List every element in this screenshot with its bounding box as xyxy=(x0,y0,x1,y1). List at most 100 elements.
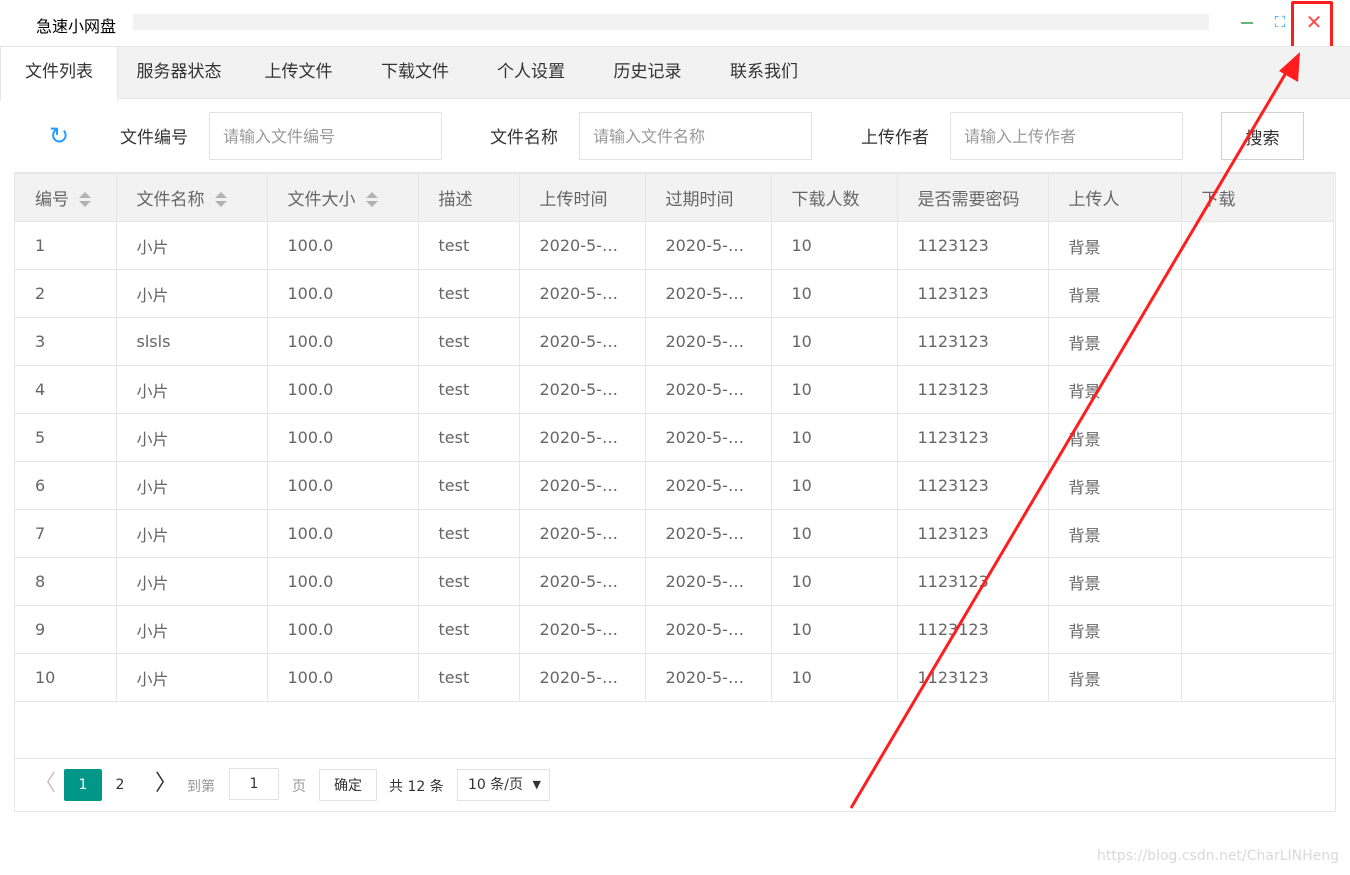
cell-upload-time: 2020-5-… xyxy=(518,317,646,366)
cell-download[interactable] xyxy=(1180,509,1334,558)
cell-uploader: 背景 xyxy=(1047,269,1182,318)
column-header-id[interactable]: 编号 xyxy=(15,173,117,222)
cell-size: 100.0 xyxy=(266,269,419,318)
cell-upload-time: 2020-5-… xyxy=(518,461,646,510)
tab-history[interactable]: 历史记录 xyxy=(589,47,706,99)
cell-id: 1 xyxy=(15,221,117,270)
file-id-input[interactable] xyxy=(209,112,442,160)
minimize-icon[interactable] xyxy=(1240,12,1256,32)
cell-upload-time: 2020-5-… xyxy=(518,221,646,270)
file-id-label: 文件编号 xyxy=(120,128,188,148)
file-name-input[interactable] xyxy=(579,112,812,160)
tab-contact[interactable]: 联系我们 xyxy=(706,47,822,99)
column-header-name[interactable]: 文件名称 xyxy=(115,173,268,222)
cell-download[interactable] xyxy=(1180,221,1334,270)
cell-downloads: 10 xyxy=(770,557,898,606)
tab-upload[interactable]: 上传文件 xyxy=(240,47,357,99)
app-title: 急速小网盘 xyxy=(36,17,117,36)
tab-download[interactable]: 下载文件 xyxy=(357,47,473,99)
page-size-select[interactable]: 10 条/页 ▼ xyxy=(457,769,550,801)
cell-download[interactable] xyxy=(1180,461,1334,510)
cell-uploader: 背景 xyxy=(1047,365,1182,414)
page-button-1[interactable]: 1 xyxy=(64,769,102,801)
cell-downloads: 10 xyxy=(770,605,898,654)
cell-upload-time: 2020-5-… xyxy=(518,269,646,318)
cell-name: 小片 xyxy=(115,269,268,318)
cell-id: 9 xyxy=(15,605,117,654)
maximize-icon[interactable]: ⛶ xyxy=(1272,13,1288,31)
author-input[interactable] xyxy=(950,112,1183,160)
table-row[interactable]: 2 小片 100.0 test 2020-5-… 2020-5-… 10 1123123 背景 xyxy=(15,269,1334,318)
chevron-left-icon[interactable]: 〈 xyxy=(34,773,56,797)
cell-desc: test xyxy=(417,557,520,606)
table-row[interactable]: 5 小片 100.0 test 2020-5-… 2020-5-… 10 1123123 背景 xyxy=(15,413,1334,462)
cell-expire-time: 2020-5-… xyxy=(644,557,772,606)
cell-id: 4 xyxy=(15,365,117,414)
chevron-right-icon[interactable]: 〉 xyxy=(155,773,177,797)
table-row[interactable]: 7 小片 100.0 test 2020-5-… 2020-5-… 10 1123123 背景 xyxy=(15,509,1334,558)
goto-label: 到第 xyxy=(187,779,215,795)
table-header-row: 编号 文件名称 文件大小 描述 上传时间 过期时间 下载人数 是否需要密码 上传… xyxy=(15,173,1334,222)
cell-id: 3 xyxy=(15,317,117,366)
cell-download[interactable] xyxy=(1180,557,1334,606)
tab-server-status[interactable]: 服务器状态 xyxy=(118,47,240,99)
search-button[interactable]: 搜索 xyxy=(1221,112,1304,160)
cell-uploader: 背景 xyxy=(1047,653,1182,702)
cell-size: 100.0 xyxy=(266,557,419,606)
cell-download[interactable] xyxy=(1180,269,1334,318)
page-size-value: 10 条/页 xyxy=(468,777,523,793)
cell-name: 小片 xyxy=(115,509,268,558)
cell-download[interactable] xyxy=(1180,653,1334,702)
table-row[interactable]: 6 小片 100.0 test 2020-5-… 2020-5-… 10 1123123 背景 xyxy=(15,461,1334,510)
cell-id: 8 xyxy=(15,557,117,606)
cell-downloads: 10 xyxy=(770,509,898,558)
cell-name: 小片 xyxy=(115,221,268,270)
cell-expire-time: 2020-5-… xyxy=(644,605,772,654)
cell-download[interactable] xyxy=(1180,365,1334,414)
cell-name: 小片 xyxy=(115,605,268,654)
cell-id: 5 xyxy=(15,413,117,462)
column-header-upload-time: 上传时间 xyxy=(518,173,646,222)
tab-settings[interactable]: 个人设置 xyxy=(473,47,589,99)
title-drag-area[interactable] xyxy=(133,14,1209,30)
cell-password: 1123123 xyxy=(896,221,1049,270)
close-icon[interactable]: ✕ xyxy=(1303,11,1325,33)
table-row[interactable]: 4 小片 100.0 test 2020-5-… 2020-5-… 10 1123123 背景 xyxy=(15,365,1334,414)
cell-upload-time: 2020-5-… xyxy=(518,413,646,462)
sort-icon[interactable] xyxy=(79,192,91,208)
file-table: 编号 文件名称 文件大小 描述 上传时间 过期时间 下载人数 是否需要密码 上传… xyxy=(14,172,1336,812)
table-row[interactable]: 10 小片 100.0 test 2020-5-… 2020-5-… 10 1123123 背景 xyxy=(15,653,1334,702)
cell-expire-time: 2020-5-… xyxy=(644,317,772,366)
tab-file-list[interactable]: 文件列表 xyxy=(0,47,118,101)
table-row[interactable]: 9 小片 100.0 test 2020-5-… 2020-5-… 10 1123123 背景 xyxy=(15,605,1334,654)
cell-size: 100.0 xyxy=(266,509,419,558)
cell-desc: test xyxy=(417,317,520,366)
cell-expire-time: 2020-5-… xyxy=(644,365,772,414)
cell-password: 1123123 xyxy=(896,269,1049,318)
table-row[interactable]: 1 小片 100.0 test 2020-5-… 2020-5-… 10 1123123 背景 xyxy=(15,221,1334,270)
goto-confirm-button[interactable]: 确定 xyxy=(319,769,377,801)
column-header-size[interactable]: 文件大小 xyxy=(266,173,419,222)
cell-id: 7 xyxy=(15,509,117,558)
cell-download[interactable] xyxy=(1180,605,1334,654)
cell-upload-time: 2020-5-… xyxy=(518,365,646,414)
column-header-download: 下载 xyxy=(1180,173,1334,222)
page-button-2[interactable]: 2 xyxy=(101,769,139,801)
total-count: 共 12 条 xyxy=(389,779,444,795)
table-row[interactable]: 3 slsls 100.0 test 2020-5-… 2020-5-… 10 1123123… xyxy=(15,317,1334,366)
cell-download[interactable] xyxy=(1180,317,1334,366)
dropdown-arrow-icon: ▼ xyxy=(532,778,541,791)
column-header-expire-time: 过期时间 xyxy=(644,173,772,222)
sort-icon[interactable] xyxy=(214,192,227,208)
cell-desc: test xyxy=(417,365,520,414)
goto-page-input[interactable] xyxy=(229,768,279,800)
cell-name: 小片 xyxy=(115,461,268,510)
refresh-icon[interactable]: ↻ xyxy=(46,123,72,149)
cell-downloads: 10 xyxy=(770,461,898,510)
cell-uploader: 背景 xyxy=(1047,221,1182,270)
cell-download[interactable] xyxy=(1180,413,1334,462)
sort-icon[interactable] xyxy=(365,192,378,208)
table-row[interactable]: 8 小片 100.0 test 2020-5-… 2020-5-… 10 1123123 背景 xyxy=(15,557,1334,606)
cell-desc: test xyxy=(417,653,520,702)
cell-password: 1123123 xyxy=(896,509,1049,558)
